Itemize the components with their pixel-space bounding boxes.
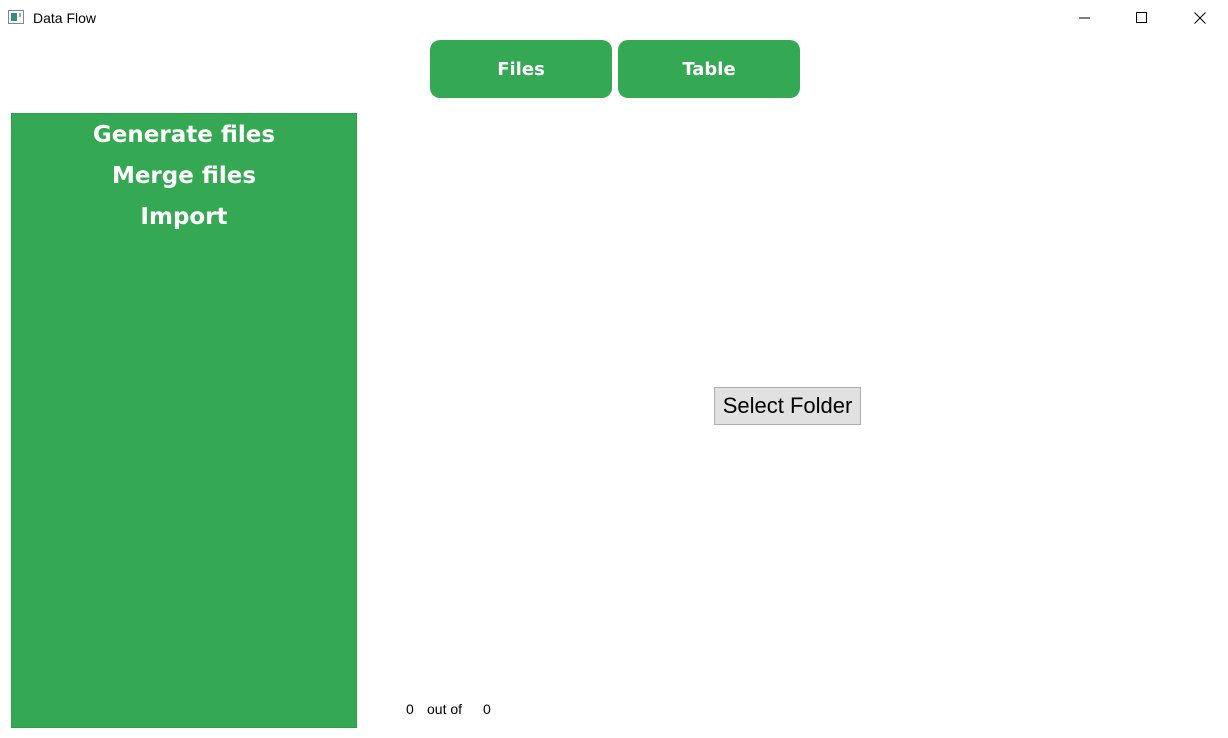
maximize-icon bbox=[1136, 12, 1147, 23]
window-title: Data Flow bbox=[33, 10, 97, 26]
sidebar-item-merge-files[interactable]: Merge files bbox=[12, 156, 356, 197]
progress-separator: out of bbox=[427, 701, 463, 717]
progress-current: 0 bbox=[406, 701, 414, 717]
title-bar: Data Flow bbox=[0, 0, 1228, 36]
progress-total: 0 bbox=[483, 701, 491, 717]
maximize-button[interactable] bbox=[1113, 0, 1171, 36]
files-tab-button[interactable]: Files bbox=[430, 40, 612, 98]
minimize-icon bbox=[1079, 17, 1090, 19]
sidebar-menu: Generate files Merge files Import bbox=[12, 114, 356, 238]
select-folder-button[interactable]: Select Folder bbox=[714, 387, 861, 425]
app-icon bbox=[8, 10, 24, 24]
table-tab-button[interactable]: Table bbox=[618, 40, 800, 98]
sidebar-item-generate-files[interactable]: Generate files bbox=[12, 115, 356, 156]
sidebar-item-import[interactable]: Import bbox=[12, 197, 356, 238]
sidebar: Generate files Merge files Import bbox=[11, 113, 357, 728]
close-icon bbox=[1194, 12, 1206, 24]
app-window: Data Flow Files Table Generate files Mer… bbox=[0, 0, 1228, 738]
close-button[interactable] bbox=[1171, 0, 1228, 36]
progress-counter: 0 out of 0 bbox=[406, 700, 491, 718]
minimize-button[interactable] bbox=[1056, 0, 1114, 36]
